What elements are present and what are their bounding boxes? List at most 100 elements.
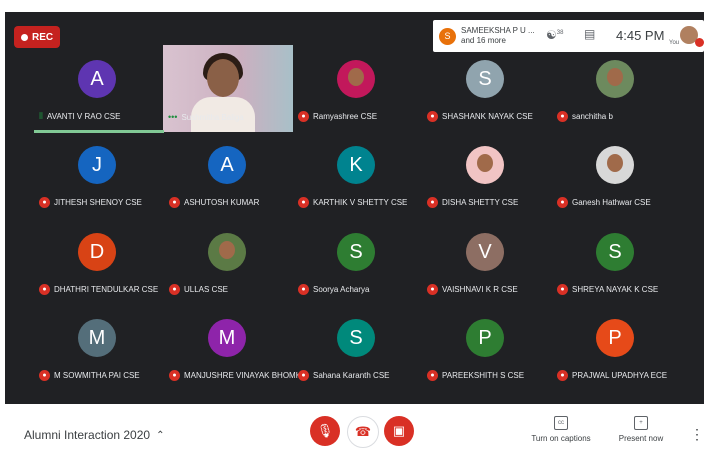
present-icon: + xyxy=(634,416,648,430)
mic-off-icon: ● xyxy=(169,370,180,381)
participant-tile[interactable]: V ● VAISHNAVI K R CSE xyxy=(421,218,551,305)
participant-name: Ramyashree CSE xyxy=(313,112,378,121)
people-count: 38 xyxy=(556,30,564,36)
participant-name: SHASHANK NAYAK CSE xyxy=(442,112,533,121)
participant-name: Soorya Acharya xyxy=(313,285,370,294)
participant-name-row: ● Soorya Acharya xyxy=(298,284,369,295)
avatar-photo xyxy=(219,241,235,259)
mic-off-icon: ● xyxy=(298,111,309,122)
participant-avatar: A xyxy=(78,60,116,98)
participant-video-tile[interactable]: ••• Sushmitha Baliga xyxy=(163,45,293,132)
participant-tile[interactable]: K ● KARTHIK V SHETTY CSE xyxy=(292,131,422,218)
self-mic-off-icon xyxy=(695,38,704,47)
meeting-details[interactable]: Alumni Interaction 2020 ⌃ xyxy=(24,428,164,442)
participant-name: Sahana Karanth CSE xyxy=(313,371,390,380)
participant-name-row: ● Ganesh Hathwar CSE xyxy=(557,197,651,208)
participant-tile[interactable]: J ● JITHESH SHENOY CSE xyxy=(33,131,163,218)
top-strip xyxy=(0,0,709,12)
meeting-name: Alumni Interaction 2020 xyxy=(24,428,151,442)
participant-tile[interactable]: A ● ASHUTOSH KUMAR xyxy=(163,131,293,218)
participant-name: PRAJWAL UPADHYA ECE xyxy=(572,371,668,380)
presenter-info[interactable]: S SAMEEKSHA P U ... and 16 more xyxy=(433,26,539,46)
participant-avatar xyxy=(466,146,504,184)
participant-tile[interactable]: D ● DHATHRI TENDULKAR CSE xyxy=(33,218,163,305)
active-speaker-bar xyxy=(34,130,164,133)
participant-avatar: M xyxy=(78,319,116,357)
present-label: Present now xyxy=(618,434,664,443)
chat-icon[interactable]: ▤ xyxy=(584,27,595,41)
participant-avatar: S xyxy=(337,319,375,357)
participant-tile[interactable]: M ● MANJUSHRE VINAYAK BHOMK... xyxy=(163,304,308,391)
participant-tile[interactable]: A ⦀ AVANTI V RAO CSE xyxy=(33,45,163,132)
participant-tile[interactable]: ● sanchitha b xyxy=(551,45,681,132)
participant-name-row: ● Ramyashree CSE xyxy=(298,111,377,122)
avatar-photo xyxy=(607,154,623,172)
presenter-more: and 16 more xyxy=(461,36,506,45)
participant-name-row: ● KARTHIK V SHETTY CSE xyxy=(298,197,407,208)
avatar-photo xyxy=(607,68,623,86)
participant-tile[interactable]: P ● PRAJWAL UPADHYA ECE xyxy=(551,304,681,391)
recording-label: REC xyxy=(32,31,54,43)
camera-off-icon: ▣ xyxy=(392,423,406,438)
participant-tile[interactable]: S ● SHREYA NAYAK K CSE xyxy=(551,218,681,305)
captions-button[interactable]: cc Turn on captions xyxy=(526,416,596,443)
participant-name: AVANTI V RAO CSE xyxy=(46,112,121,121)
participant-name-row: ⦀ AVANTI V RAO CSE xyxy=(39,111,120,122)
participant-name: sanchitha b xyxy=(572,112,613,121)
mic-off-icon: ● xyxy=(557,370,568,381)
present-now-button[interactable]: + Present now xyxy=(606,416,676,443)
camera-toggle-button[interactable]: ▣ xyxy=(384,416,414,446)
participant-tile[interactable]: M ● M SOWMITHA PAI CSE xyxy=(33,304,163,391)
mic-toggle-button[interactable]: 🎙 xyxy=(310,416,340,446)
participant-avatar: M xyxy=(208,319,246,357)
more-options-icon[interactable]: ⋮ xyxy=(690,426,704,443)
participant-name: ULLAS CSE xyxy=(184,285,229,294)
mic-off-icon: ● xyxy=(427,111,438,122)
participant-avatar xyxy=(208,233,246,271)
bottom-toolbar: Alumni Interaction 2020 ⌃ 🎙 ☎ ▣ cc Turn … xyxy=(0,404,709,472)
participant-name: M SOWMITHA PAI CSE xyxy=(54,371,140,380)
mic-off-icon: 🎙 xyxy=(316,423,334,438)
participant-tile[interactable]: S ● Soorya Acharya xyxy=(292,218,422,305)
hang-up-icon: ☎ xyxy=(354,424,372,439)
participant-avatar: S xyxy=(337,233,375,271)
participant-name-row: ● JITHESH SHENOY CSE xyxy=(39,197,142,208)
participant-name-row: ● DHATHRI TENDULKAR CSE xyxy=(39,284,158,295)
participant-avatar: P xyxy=(466,319,504,357)
participant-avatar xyxy=(596,60,634,98)
participant-tile[interactable]: ● Ganesh Hathwar CSE xyxy=(551,131,681,218)
participant-name: SHREYA NAYAK K CSE xyxy=(572,285,659,294)
participant-tile[interactable]: ● DISHA SHETTY CSE xyxy=(421,131,551,218)
mic-off-icon: ● xyxy=(39,370,50,381)
mic-off-icon: ● xyxy=(557,284,568,295)
participant-tile[interactable]: S ● SHASHANK NAYAK CSE xyxy=(421,45,551,132)
participant-tile[interactable]: P ● PAREEKSHITH S CSE xyxy=(421,304,551,391)
participant-name: DISHA SHETTY CSE xyxy=(442,198,519,207)
participant-name-row: ● M SOWMITHA PAI CSE xyxy=(39,370,140,381)
mic-off-icon: ● xyxy=(427,284,438,295)
participant-name: ASHUTOSH KUMAR xyxy=(184,198,260,207)
participant-name: MANJUSHRE VINAYAK BHOMK... xyxy=(184,371,308,380)
clock-time: 4:45 PM xyxy=(616,28,665,43)
participant-tile[interactable]: S ● Sahana Karanth CSE xyxy=(292,304,422,391)
leave-call-button[interactable]: ☎ xyxy=(347,416,379,448)
participant-avatar: S xyxy=(596,233,634,271)
mic-off-icon: ● xyxy=(557,111,568,122)
participant-name: VAISHNAVI K R CSE xyxy=(442,285,518,294)
participant-name-row: ● PAREEKSHITH S CSE xyxy=(427,370,524,381)
participant-name-row: ● Sahana Karanth CSE xyxy=(298,370,390,381)
participant-name: Ganesh Hathwar CSE xyxy=(572,198,651,207)
presenter-avatar: S xyxy=(439,27,456,45)
people-icon[interactable]: ☯38 xyxy=(546,28,563,42)
participant-avatar: V xyxy=(466,233,504,271)
participant-tile[interactable]: ● ULLAS CSE xyxy=(163,218,293,305)
participant-avatar: K xyxy=(337,146,375,184)
mic-off-icon: ● xyxy=(427,197,438,208)
mic-off-icon: ● xyxy=(557,197,568,208)
mic-off-icon: ● xyxy=(169,197,180,208)
participant-avatar xyxy=(596,146,634,184)
mic-off-icon: ● xyxy=(39,197,50,208)
participant-tile[interactable]: ● Ramyashree CSE xyxy=(292,45,422,132)
participant-name-row: ● DISHA SHETTY CSE xyxy=(427,197,518,208)
chevron-up-icon: ⌃ xyxy=(156,429,165,441)
